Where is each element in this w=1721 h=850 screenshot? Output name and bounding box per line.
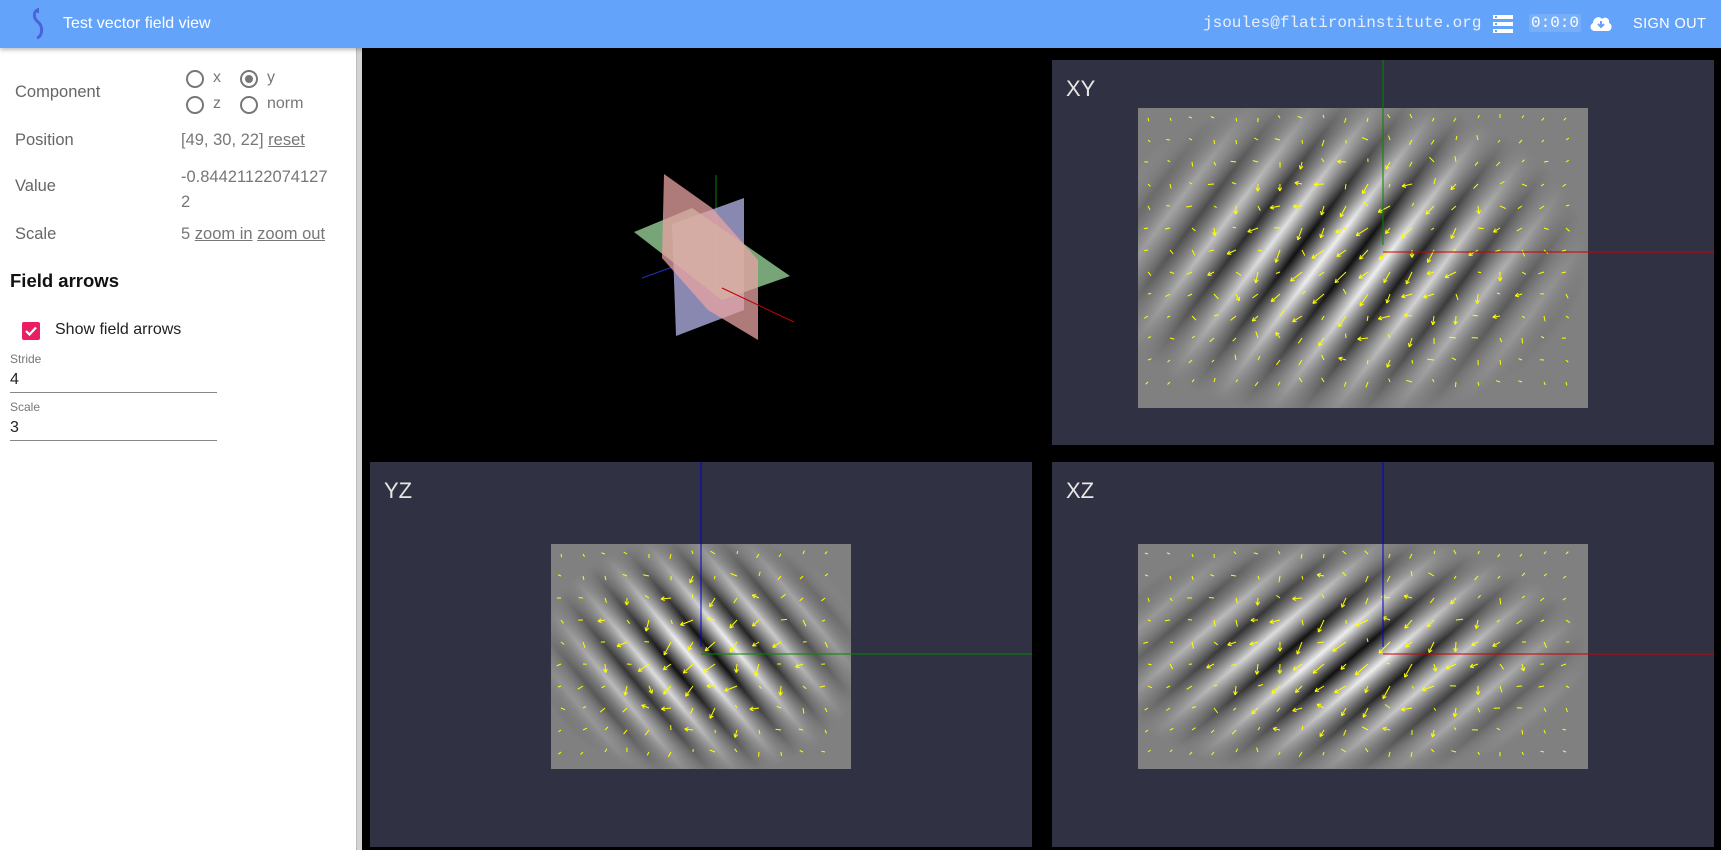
component-option-y: y	[267, 69, 275, 86]
value-line-1: -0.84421122074127	[181, 168, 328, 186]
position-value: [49, 30, 22]	[181, 131, 264, 149]
3d-slice-view[interactable]	[362, 48, 1042, 458]
cloud-download-icon[interactable]	[1589, 13, 1613, 33]
show-field-arrows-checkbox[interactable]	[22, 322, 40, 340]
scale-value: 5	[181, 225, 191, 243]
component-label: Component	[15, 83, 101, 101]
xz-slice-canvas[interactable]	[1052, 462, 1714, 847]
component-option-x: x	[213, 69, 221, 86]
value-label: Value	[15, 177, 56, 195]
value-line-2: 2	[181, 193, 191, 211]
show-field-arrows-label: Show field arrows	[55, 321, 182, 338]
position-label: Position	[15, 131, 74, 149]
value-readout: -0.84421122074127 2	[181, 165, 328, 215]
timer-display: 0:0:0	[1529, 14, 1582, 32]
control-sidebar: Component x y z norm Position [49, 30, 2…	[0, 48, 356, 850]
top-app-bar: Test vector field view jsoules@flatironi…	[0, 0, 1721, 48]
yz-slice-panel[interactable]: YZ	[370, 462, 1032, 847]
xy-slice-canvas[interactable]	[1052, 60, 1714, 445]
component-option-z: z	[213, 95, 221, 112]
zoom-in-link[interactable]: zoom in	[195, 225, 253, 243]
position-value-row: [49, 30, 22] reset	[181, 131, 305, 150]
app-title: Test vector field view	[63, 15, 211, 32]
stride-label: Stride	[10, 352, 42, 366]
component-radio-z[interactable]	[186, 96, 204, 114]
logo-icon	[32, 8, 44, 40]
server-icon[interactable]	[1493, 15, 1513, 33]
zoom-out-link[interactable]: zoom out	[257, 225, 325, 243]
component-radio-y[interactable]	[240, 70, 258, 88]
xz-slice-panel[interactable]: XZ	[1052, 462, 1714, 847]
component-radio-norm[interactable]	[240, 96, 258, 114]
component-option-norm: norm	[267, 95, 304, 112]
field-arrows-title: Field arrows	[10, 270, 119, 291]
stride-input[interactable]	[10, 368, 217, 393]
arrow-scale-label: Scale	[10, 400, 41, 414]
arrow-scale-input[interactable]	[10, 416, 217, 441]
scale-label: Scale	[15, 225, 57, 243]
user-email: jsoules@flatironinstitute.org	[1203, 14, 1482, 32]
xy-slice-panel[interactable]: XY	[1052, 60, 1714, 445]
scale-value-row: 5 zoom in zoom out	[181, 225, 325, 244]
reset-link[interactable]: reset	[268, 131, 305, 149]
checkmark-icon	[25, 326, 37, 337]
sign-out-button[interactable]: SIGN OUT	[1633, 16, 1706, 32]
yz-slice-canvas[interactable]	[370, 462, 1032, 847]
volume-viewport: XY YZ XZ	[362, 48, 1721, 850]
component-radio-x[interactable]	[186, 70, 204, 88]
